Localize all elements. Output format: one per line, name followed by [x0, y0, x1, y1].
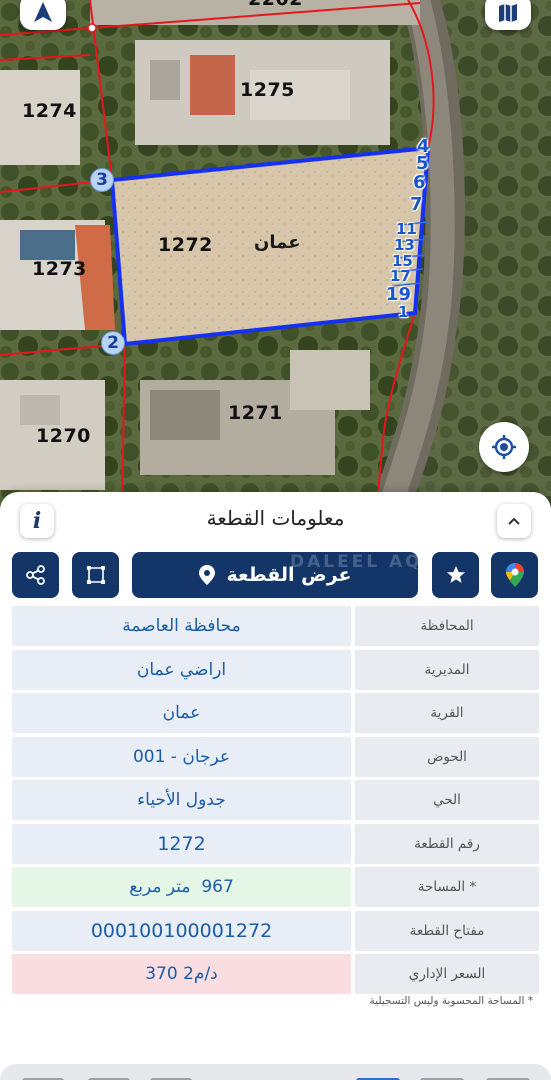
row-value: 000100100001272 — [12, 910, 351, 951]
share-icon — [25, 565, 45, 585]
location-pin-icon — [199, 565, 216, 585]
parcel-label-1271[interactable]: 1271 — [228, 402, 283, 424]
sheet-header: i معلومات القطعة — [0, 492, 551, 548]
row-value: جدول الأحياء — [12, 780, 351, 820]
row-value: اراضي عمان — [12, 649, 351, 690]
star-icon — [446, 566, 465, 583]
chevron-up-icon — [508, 517, 520, 525]
row-value: عمان — [12, 693, 351, 733]
compass-button[interactable] — [20, 0, 66, 30]
row-label: القرية — [355, 693, 539, 733]
parcel-label-1270[interactable]: 1270 — [36, 425, 91, 447]
locate-me-button[interactable] — [479, 422, 529, 472]
parcel-label-1273[interactable]: 1273 — [32, 258, 87, 280]
row-label: المديرية — [355, 649, 539, 690]
parcel-info-sheet: i معلومات القطعة DALEEL AQAR عرض القطعة … — [0, 492, 551, 1080]
map-view[interactable]: 2202 1274 1275 1273 1272 1271 1270 عمان … — [0, 0, 551, 510]
vertex-6: 6 — [413, 172, 426, 193]
polygon-shape-icon — [86, 566, 105, 584]
action-row: DALEEL AQAR عرض القطعة — [0, 552, 551, 598]
vertex-1: 1 — [398, 303, 409, 321]
parcel-label-1275[interactable]: 1275 — [240, 79, 295, 101]
table-row-area: المساحة * 967 متر مربع — [12, 867, 539, 907]
row-label: السعر الإداري — [355, 954, 539, 994]
view-parcel-button[interactable]: DALEEL AQAR عرض القطعة — [132, 552, 452, 598]
favorite-button[interactable] — [432, 552, 479, 598]
row-value: عرجان - 001 — [12, 736, 351, 777]
map-layers-icon — [499, 4, 517, 22]
row-label: المحافظة — [355, 606, 539, 646]
parcel-label-2202[interactable]: 2202 — [248, 0, 303, 10]
polygon-button[interactable] — [72, 552, 119, 598]
row-label: الحوض — [355, 736, 539, 777]
table-row: المديرية اراضي عمان — [12, 649, 539, 690]
table-row: الحي جدول الأحياء — [12, 780, 539, 820]
row-label: المساحة * — [355, 867, 539, 907]
parcel-info-table: المحافظة محافظة العاصمة المديرية اراضي ع… — [12, 606, 539, 998]
vertex-2: 2 — [101, 331, 125, 355]
watermark-text: DALEEL AQAR — [290, 552, 455, 572]
vertex-17: 17 — [390, 267, 411, 285]
area-unit: متر مربع — [129, 877, 191, 897]
row-value: 370 د/م2 — [12, 954, 351, 994]
area-footnote: * المساحة المحسوبة وليس التسجيلية — [369, 995, 533, 1007]
row-value: 967 متر مربع — [12, 867, 351, 907]
my-location-icon — [492, 435, 516, 459]
row-label: مفتاح القطعة — [355, 910, 539, 951]
city-label: عمان — [254, 232, 301, 253]
google-maps-icon — [505, 563, 524, 587]
north-arrow-icon — [34, 2, 52, 22]
sheet-title: معلومات القطعة — [206, 506, 345, 530]
parcel-label-1272[interactable]: 1272 — [158, 234, 213, 256]
vertex-3: 3 — [90, 168, 114, 192]
table-row: مفتاح القطعة 000100100001272 — [12, 910, 539, 951]
vertex-5: 5 — [416, 153, 429, 174]
row-value: 1272 — [12, 823, 351, 864]
share-button[interactable] — [12, 552, 59, 598]
row-value: محافظة العاصمة — [12, 606, 351, 646]
parcel-label-1274[interactable]: 1274 — [22, 100, 77, 122]
vertex-7: 7 — [410, 194, 423, 215]
vertex-19: 19 — [386, 284, 412, 305]
table-row: القرية عمان — [12, 693, 539, 733]
table-row: رقم القطعة 1272 — [12, 823, 539, 864]
table-row: الحوض عرجان - 001 — [12, 736, 539, 777]
table-row: المحافظة محافظة العاصمة — [12, 606, 539, 646]
table-row-price: السعر الإداري 370 د/م2 — [12, 954, 539, 994]
google-maps-button[interactable] — [491, 552, 538, 598]
row-label: الحي — [355, 780, 539, 820]
collapse-button[interactable] — [497, 504, 531, 538]
row-label: رقم القطعة — [355, 823, 539, 864]
bottom-nav-bar[interactable] — [0, 1064, 551, 1080]
area-number: 967 — [201, 877, 234, 897]
layers-button[interactable] — [485, 0, 531, 30]
